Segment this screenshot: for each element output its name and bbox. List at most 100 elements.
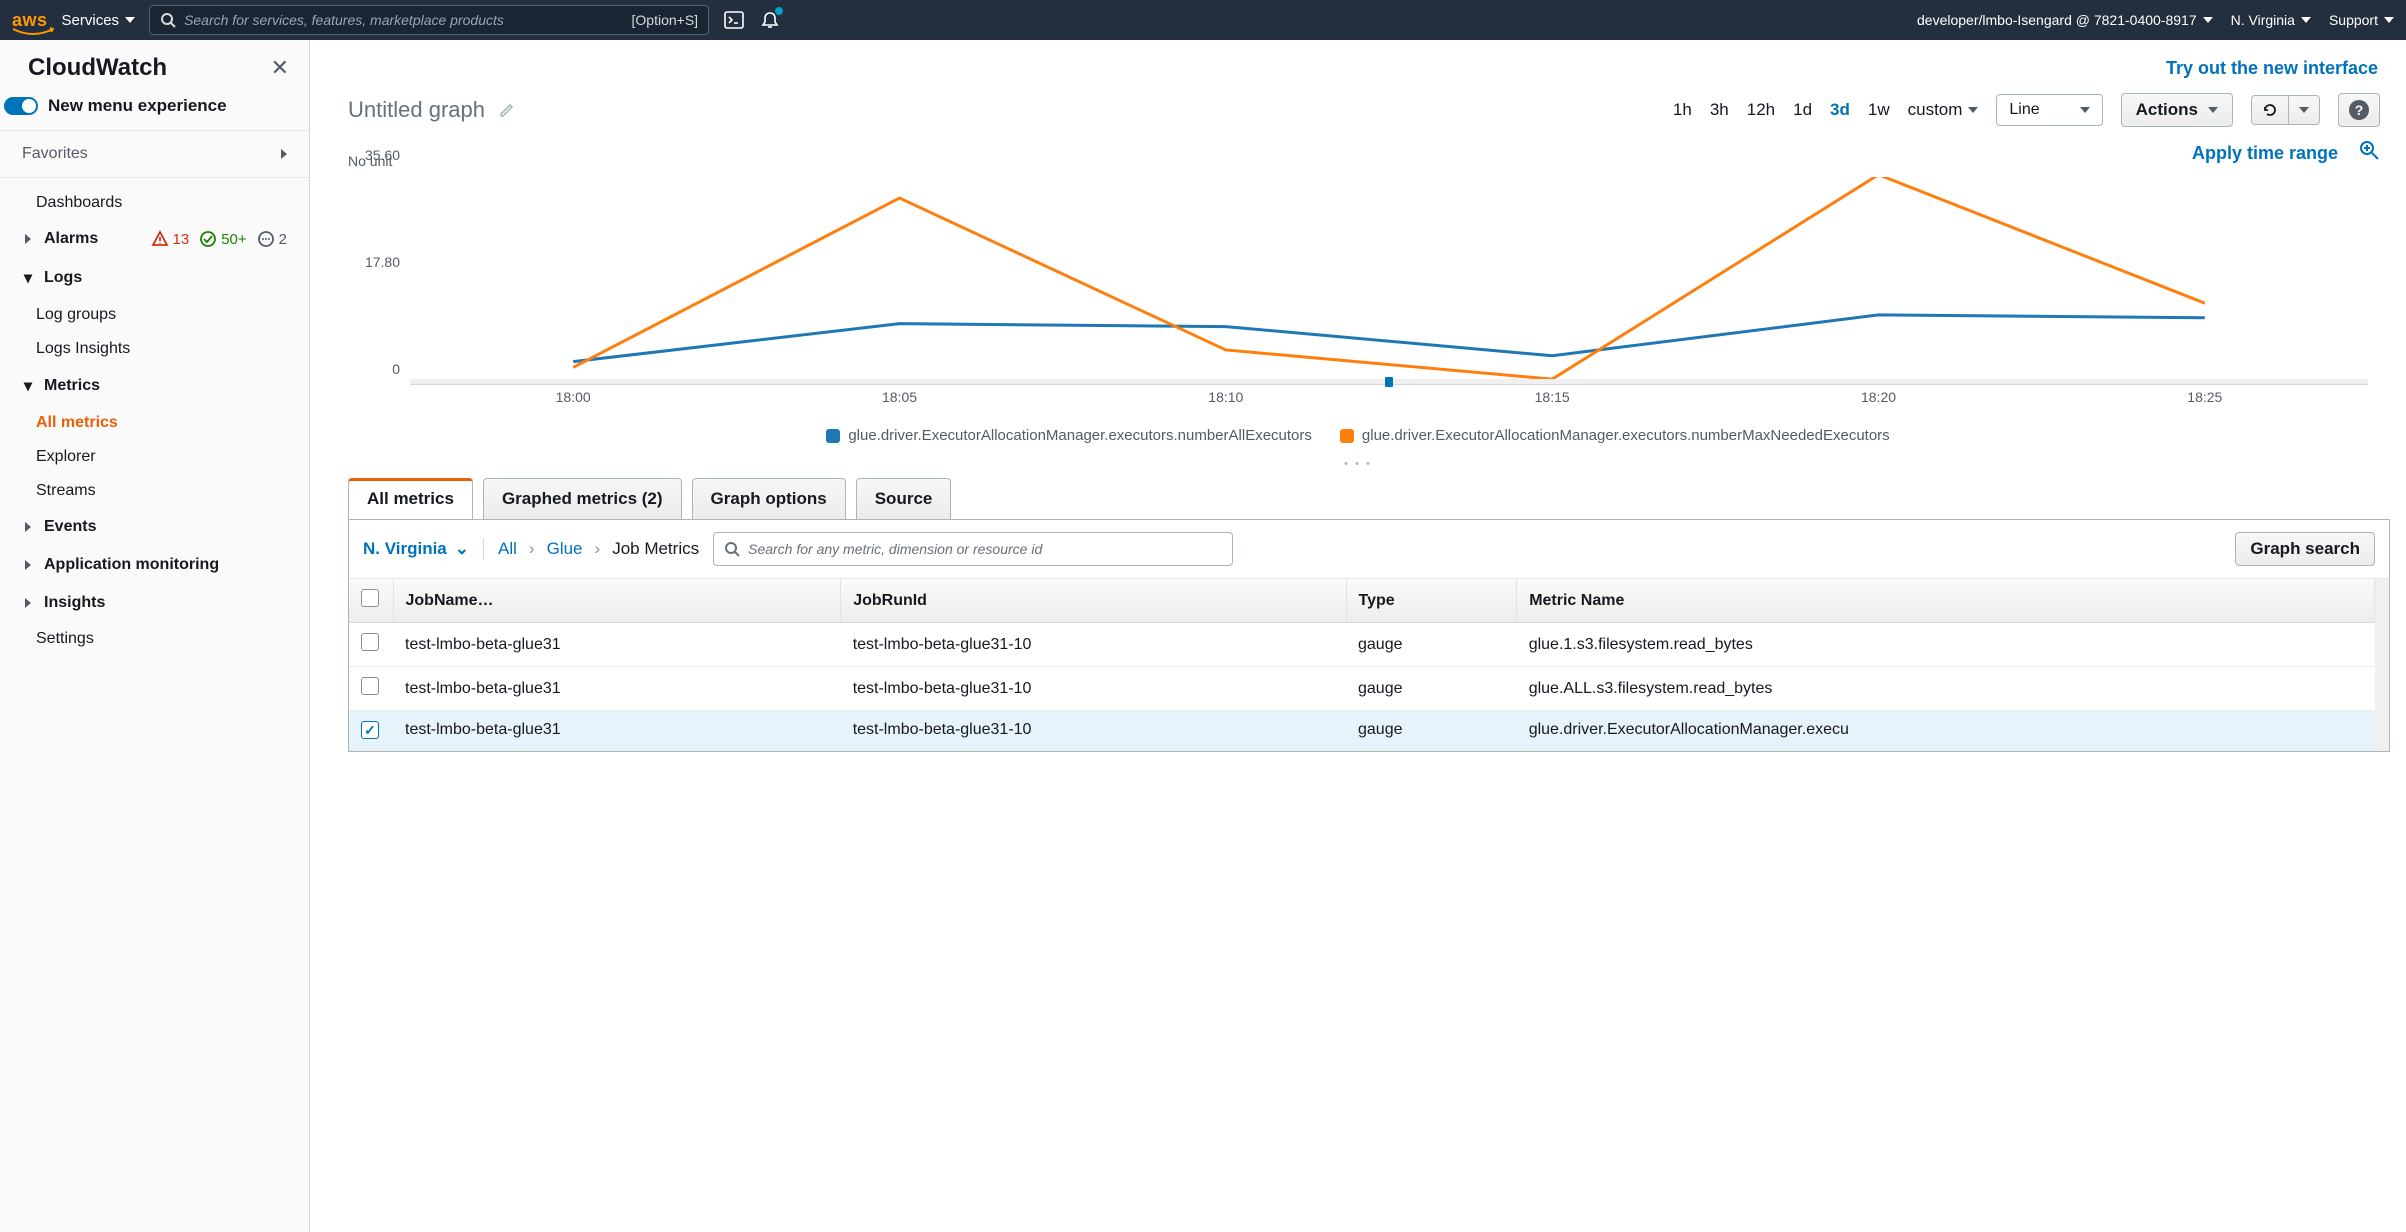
chart-plot-area[interactable] [410,177,2368,385]
help-button[interactable]: ? [2338,93,2380,127]
alarm-badge-insufficient: 2 [257,230,287,248]
zoom-icon[interactable] [2358,139,2380,167]
chevron-right-icon [22,234,34,244]
sidebar-item-streams[interactable]: Streams [0,474,309,508]
favorites-section[interactable]: Favorites [0,131,309,178]
row-checkbox[interactable] [361,633,379,651]
chevron-right-icon: › [529,539,535,559]
chevron-right-icon [22,598,34,608]
legend-item[interactable]: glue.driver.ExecutorAllocationManager.ex… [826,427,1312,444]
cell-metricname: glue.driver.ExecutorAllocationManager.ex… [1517,711,2375,751]
table-row[interactable]: test-lmbo-beta-glue31test-lmbo-beta-glue… [349,667,2375,711]
legend-item[interactable]: glue.driver.ExecutorAllocationManager.ex… [1340,427,1890,444]
scrollbar[interactable] [2375,579,2389,751]
row-checkbox[interactable] [361,721,379,739]
range-custom[interactable]: custom [1908,100,1979,120]
close-sidebar-icon[interactable]: ✕ [271,55,289,81]
col-jobname[interactable]: JobName… [393,579,841,623]
tab-graphed-metrics[interactable]: Graphed metrics (2) [483,478,682,519]
cell-jobrunid: test-lmbo-beta-glue31-10 [841,667,1346,711]
metrics-table: JobName… JobRunId Type Metric Name test-… [349,579,2375,751]
graph-title[interactable]: Untitled graph [348,97,515,123]
chevron-right-icon [281,149,287,159]
tab-source[interactable]: Source [856,478,952,519]
refresh-menu-button[interactable] [2289,95,2320,125]
chevron-down-icon [125,17,135,23]
y-axis: 017.8035.60 [348,171,406,385]
cloudshell-icon[interactable] [723,9,745,31]
apply-time-range-link[interactable]: Apply time range [2192,143,2338,164]
range-3d[interactable]: 3d [1830,100,1850,120]
range-3h[interactable]: 3h [1710,100,1729,120]
sidebar-item-settings[interactable]: Settings [0,622,309,656]
chevron-down-icon [2299,107,2309,113]
col-type[interactable]: Type [1346,579,1517,623]
services-menu[interactable]: Services [62,12,136,29]
try-new-interface-link[interactable]: Try out the new interface [2166,58,2378,78]
region-menu[interactable]: N. Virginia [2231,12,2311,28]
notifications-icon[interactable] [759,9,781,31]
tab-graph-options[interactable]: Graph options [692,478,846,519]
metrics-search-input[interactable]: Search for any metric, dimension or reso… [713,532,1233,566]
crumb-all[interactable]: All [498,539,517,559]
chevron-down-icon: ⌄ [455,539,469,559]
pencil-icon[interactable] [499,102,515,118]
new-menu-toggle[interactable] [4,97,38,115]
chevron-down-icon [2208,107,2218,113]
cell-type: gauge [1346,623,1517,667]
sidebar-item-explorer[interactable]: Explorer [0,440,309,474]
row-checkbox[interactable] [361,677,379,695]
app-mon-label: Application monitoring [44,556,219,574]
chevron-down-icon [2080,107,2090,113]
col-jobrunid[interactable]: JobRunId [841,579,1346,623]
legend-swatch-icon [1340,429,1354,443]
sidebar-item-log-groups[interactable]: Log groups [0,298,309,332]
tab-all-metrics[interactable]: All metrics [348,478,473,519]
region-label: N. Virginia [2231,12,2295,28]
sidebar-item-metrics[interactable]: ▾ Metrics [0,366,309,406]
sidebar-item-logs-insights[interactable]: Logs Insights [0,332,309,366]
range-12h[interactable]: 12h [1747,100,1775,120]
chart-type-select[interactable]: Line [1996,94,2102,126]
alarm-badge-ok: 50+ [199,230,246,248]
global-search-input[interactable]: Search for services, features, marketpla… [149,5,709,35]
graph-search-button[interactable]: Graph search [2235,532,2375,566]
sidebar-item-logs[interactable]: ▾ Logs [0,258,309,298]
aws-top-nav: aws Services Search for services, featur… [0,0,2406,40]
sidebar-item-events[interactable]: Events [0,508,309,546]
cell-jobname: test-lmbo-beta-glue31 [393,623,841,667]
table-row[interactable]: test-lmbo-beta-glue31test-lmbo-beta-glue… [349,711,2375,751]
aws-logo[interactable]: aws [12,10,48,31]
new-menu-label: New menu experience [48,96,227,116]
crumb-current: Job Metrics [612,539,699,559]
sidebar-item-insights[interactable]: Insights [0,584,309,622]
chevron-right-icon: › [595,539,601,559]
sidebar-item-app-monitoring[interactable]: Application monitoring [0,546,309,584]
range-1w[interactable]: 1w [1868,100,1890,120]
check-circle-icon [199,230,217,248]
resize-handle[interactable]: • • • [348,458,2368,470]
insights-label: Insights [44,594,105,612]
col-metricname[interactable]: Metric Name [1517,579,2375,623]
chart-time-cursor-icon[interactable] [1385,377,1393,387]
account-menu[interactable]: developer/lmbo-Isengard @ 7821-0400-8917 [1917,12,2213,28]
table-row[interactable]: test-lmbo-beta-glue31test-lmbo-beta-glue… [349,623,2375,667]
legend-swatch-icon [826,429,840,443]
metrics-region-select[interactable]: N. Virginia ⌄ [363,539,469,559]
metrics-chart: No unit 017.8035.60 18:0018:0518:1018:15… [310,171,2406,470]
select-all-checkbox[interactable] [361,589,379,607]
actions-button[interactable]: Actions [2121,93,2233,127]
chevron-down-icon [2203,17,2213,23]
sidebar-item-alarms[interactable]: Alarms 13 50+ 2 [0,220,309,258]
range-1d[interactable]: 1d [1793,100,1812,120]
notification-dot-icon [775,7,783,15]
sidebar-item-all-metrics[interactable]: All metrics [0,406,309,440]
range-1h[interactable]: 1h [1673,100,1692,120]
crumb-glue[interactable]: Glue [547,539,583,559]
actions-label: Actions [2136,100,2198,120]
time-range-picker: 1h 3h 12h 1d 3d 1w custom [1673,100,1979,120]
sidebar-item-dashboards[interactable]: Dashboards [0,186,309,220]
metrics-browser: N. Virginia ⌄ All › Glue › Job Metrics S… [348,519,2390,752]
refresh-button[interactable] [2251,95,2289,125]
support-menu[interactable]: Support [2329,12,2394,28]
